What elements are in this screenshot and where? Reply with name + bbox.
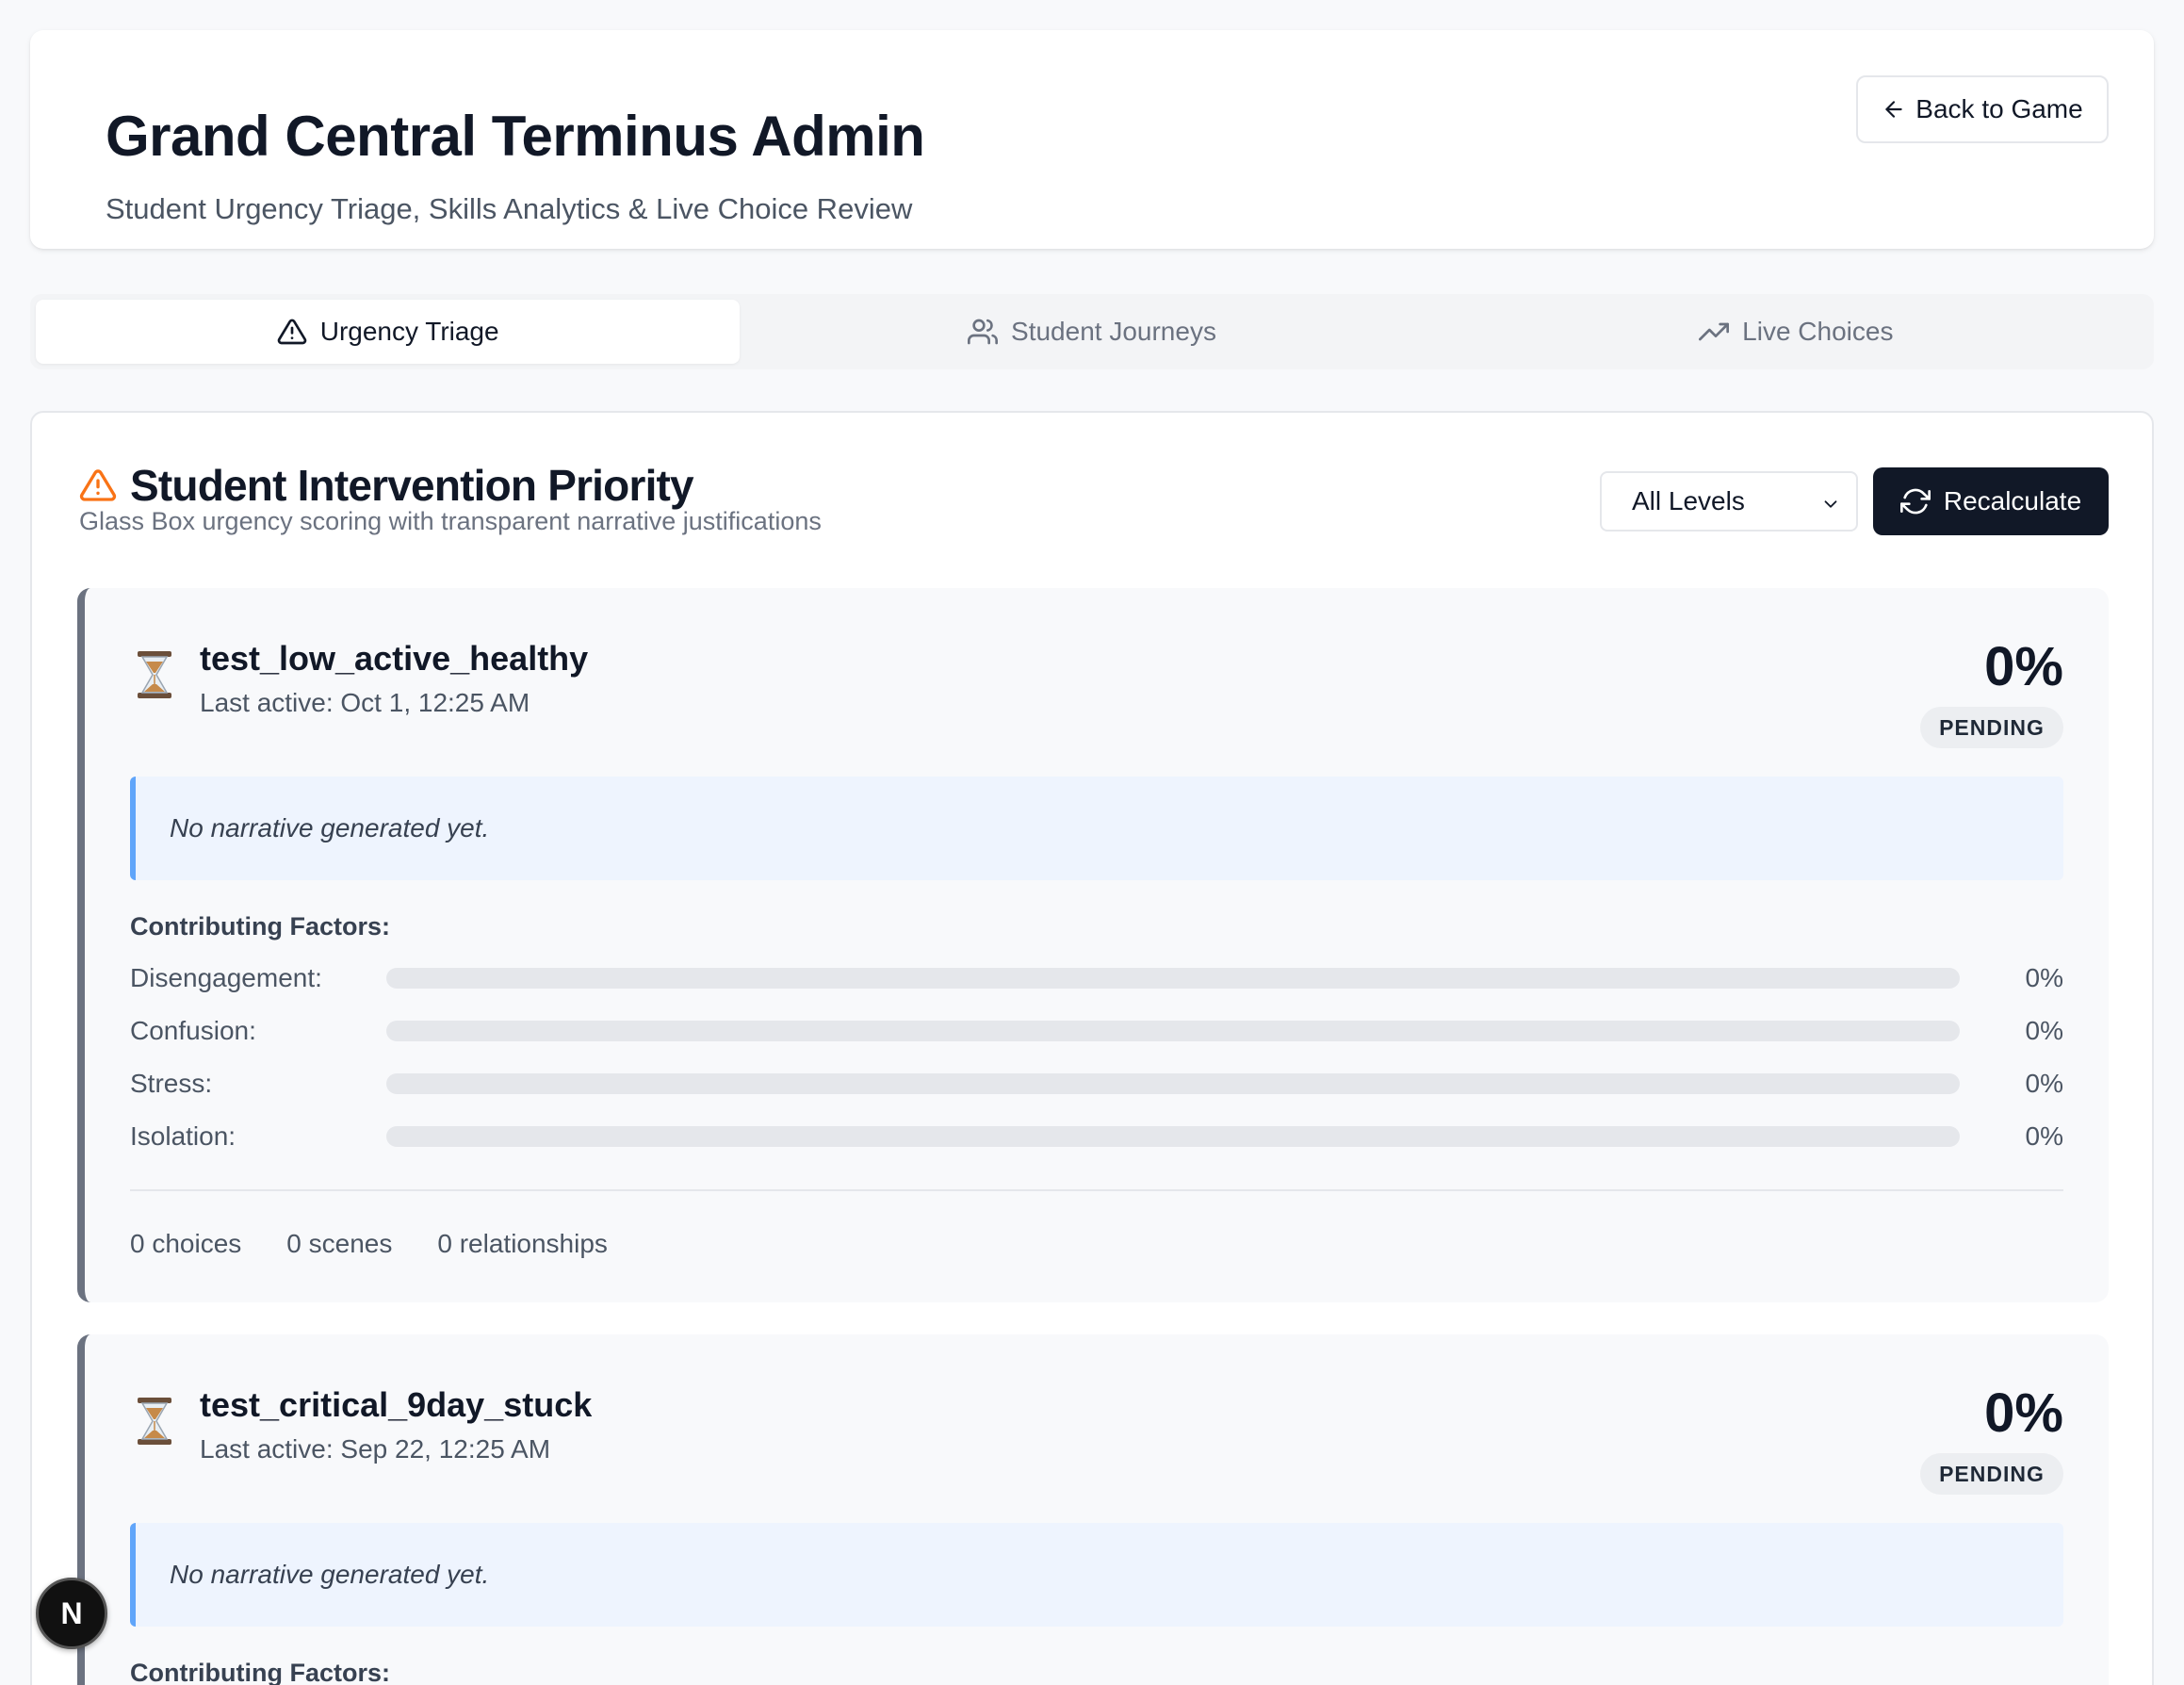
hourglass-icon — [138, 1398, 171, 1445]
factors-title: Contributing Factors: — [130, 912, 390, 941]
alert-triangle-icon — [79, 469, 117, 501]
status-badge: PENDING — [1920, 1453, 2063, 1495]
trending-up-icon — [1699, 322, 1730, 341]
student-card: test_low_active_healthy Last active: Oct… — [77, 588, 2109, 1302]
factor-row-disengagement: Disengagement: 0% — [130, 959, 2063, 997]
status-badge: PENDING — [1920, 707, 2063, 748]
student-card: test_critical_9day_stuck Last active: Se… — [77, 1334, 2109, 1685]
student-name: test_low_active_healthy — [200, 639, 589, 678]
alert-triangle-icon — [277, 319, 306, 345]
tab-student-journeys[interactable]: Student Journeys — [740, 300, 1443, 364]
factor-bar — [386, 1021, 1960, 1041]
factor-bar — [386, 1126, 1960, 1147]
page-subtitle: Student Urgency Triage, Skills Analytics… — [106, 192, 913, 225]
factor-row-confusion: Confusion: 0% — [130, 1012, 2063, 1050]
section-heading: Student Intervention Priority — [79, 460, 694, 511]
tab-label: Live Choices — [1742, 317, 1894, 346]
urgency-score: 0% — [1984, 1382, 2063, 1444]
users-icon — [968, 319, 999, 345]
arrow-left-icon — [1885, 101, 1902, 118]
tab-live-choices[interactable]: Live Choices — [1444, 300, 2148, 364]
section-subtitle: Glass Box urgency scoring with transpare… — [79, 507, 822, 535]
student-stats: 0 choices 0 scenes 0 relationships — [130, 1229, 608, 1259]
intervention-priority-panel: Student Intervention Priority Glass Box … — [30, 411, 2154, 1685]
factor-value: 0% — [2025, 1121, 2063, 1151]
divider — [130, 1189, 2063, 1191]
tab-label: Student Journeys — [1011, 317, 1216, 346]
hourglass-icon — [138, 651, 171, 698]
student-last-active: Last active: Oct 1, 12:25 AM — [200, 688, 530, 717]
factor-value: 0% — [2025, 1016, 2063, 1045]
factor-value: 0% — [2025, 1069, 2063, 1098]
tab-label: Urgency Triage — [319, 317, 499, 346]
recalculate-button[interactable]: Recalculate — [1873, 467, 2109, 535]
section-title: Student Intervention Priority — [130, 461, 694, 510]
factors-title: Contributing Factors: — [130, 1659, 390, 1685]
student-name: test_critical_9day_stuck — [200, 1385, 593, 1424]
choices-count: 0 choices — [130, 1229, 242, 1258]
back-button-label: Back to Game — [1915, 94, 2083, 123]
narrative-box: No narrative generated yet. — [130, 777, 2063, 880]
refresh-icon — [1899, 488, 1931, 515]
factor-row-isolation: Isolation: 0% — [130, 1118, 2063, 1155]
urgency-score: 0% — [1984, 636, 2063, 697]
scenes-count: 0 scenes — [286, 1229, 393, 1258]
student-last-active: Last active: Sep 22, 12:25 AM — [200, 1434, 551, 1464]
header-card: Grand Central Terminus Admin Student Urg… — [30, 30, 2154, 249]
tab-bar: Urgency Triage Student Journeys Live Cho… — [30, 294, 2154, 369]
factor-label: Confusion: — [130, 1016, 256, 1045]
relationships-count: 0 relationships — [437, 1229, 608, 1258]
factor-label: Isolation: — [130, 1121, 236, 1151]
page-title: Grand Central Terminus Admin — [106, 105, 925, 168]
dev-tools-badge[interactable]: N — [36, 1578, 107, 1649]
back-to-game-button[interactable]: Back to Game — [1856, 75, 2109, 143]
factor-row-stress: Stress: 0% — [130, 1065, 2063, 1103]
factor-label: Disengagement: — [130, 963, 322, 992]
recalculate-label: Recalculate — [1943, 486, 2082, 515]
factor-value: 0% — [2025, 963, 2063, 992]
chevron-down-icon — [1824, 500, 1837, 508]
narrative-box: No narrative generated yet. — [130, 1523, 2063, 1627]
level-filter-value: All Levels — [1632, 486, 1745, 515]
factor-bar — [386, 968, 1960, 989]
factor-bar — [386, 1073, 1960, 1094]
level-filter-select[interactable]: All Levels — [1600, 471, 1858, 532]
tab-urgency-triage[interactable]: Urgency Triage — [36, 300, 741, 364]
factor-label: Stress: — [130, 1069, 213, 1098]
